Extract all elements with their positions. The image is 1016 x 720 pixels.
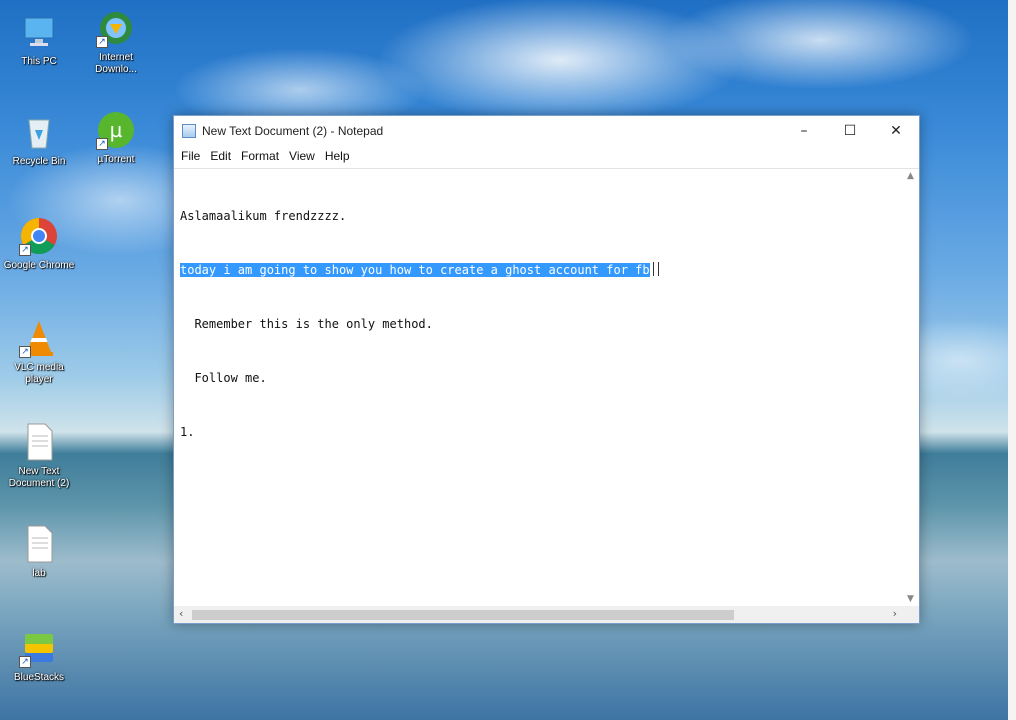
menu-edit[interactable]: Edit [205,149,236,163]
desktop-icon-lab[interactable]: lab [1,524,77,580]
desktop-icon-label: This PC [21,56,57,67]
desktop-icon-this-pc[interactable]: This PC [1,12,77,68]
menu-help[interactable]: Help [320,149,355,163]
text-document-icon [19,422,59,462]
scroll-right-icon[interactable]: › [893,607,897,620]
text-line-selected: today i am going to show you how to crea… [180,261,901,279]
minimize-button[interactable]: – [781,116,827,146]
vlc-media-player-icon: ↗ [19,318,59,358]
menu-format[interactable]: Format [236,149,284,163]
desktop-icon-utorrent[interactable]: µ ↗ µTorrent [78,110,154,166]
desktop-icon-internet-download-manager[interactable]: ↗ Internet Downlo... [78,8,154,76]
desktop-icon-label: Google Chrome [3,260,75,271]
text-line: Aslamaalikum frendzzzz. [180,209,347,223]
internet-download-manager-icon: ↗ [96,8,136,48]
scroll-down-icon[interactable]: ▼ [902,594,919,604]
utorrent-icon: µ ↗ [96,110,136,150]
maximize-button[interactable]: ☐ [827,116,873,146]
title-bar[interactable]: New Text Document (2) - Notepad – ☐ ✕ [174,116,919,146]
desktop-icon-label: New Text Document (2) [8,466,70,489]
scroll-up-icon[interactable]: ▲ [902,171,919,181]
window-title: New Text Document (2) - Notepad [202,124,384,138]
desktop-icon-bluestacks[interactable]: ↗ BlueStacks [1,628,77,684]
desktop-icon-label: Recycle Bin [12,156,66,167]
resize-corner[interactable] [902,606,919,623]
text-cursor-icon [652,262,659,276]
horizontal-scrollbar[interactable]: ‹ › [174,606,902,623]
desktop-icon-label: µTorrent [97,154,135,165]
svg-text:µ: µ [110,118,123,142]
recycle-bin-icon [19,112,59,152]
horizontal-scroll-thumb[interactable] [192,610,734,620]
text-editor[interactable]: Aslamaalikum frendzzzz. today i am going… [174,168,919,623]
menu-bar: File Edit Format View Help [174,146,919,166]
desktop-icon-new-text-document[interactable]: New Text Document (2) [1,422,77,490]
desktop-icon-label: lab [32,568,46,579]
vertical-scrollbar[interactable]: ▲ ▼ [902,169,919,606]
menu-view[interactable]: View [284,149,320,163]
desktop-icon-label: Internet Downlo... [95,52,137,75]
desktop-icon-recycle-bin[interactable]: Recycle Bin [1,112,77,168]
editor-text-area[interactable]: Aslamaalikum frendzzzz. today i am going… [180,171,901,605]
text-document-icon [19,524,59,564]
text-line: Follow me. [180,371,267,385]
bluestacks-icon: ↗ [19,628,59,668]
desktop-icon-google-chrome[interactable]: ↗ Google Chrome [1,216,77,272]
this-pc-icon [19,12,59,52]
desktop-icon-label: BlueStacks [13,672,65,683]
close-button[interactable]: ✕ [873,116,919,146]
text-line: 1. [180,425,195,439]
desktop-icon-label: VLC media player [14,362,64,385]
google-chrome-icon: ↗ [19,216,59,256]
desktop-icon-vlc[interactable]: ↗ VLC media player [1,318,77,386]
text-line: Remember this is the only method. [180,317,433,331]
menu-file[interactable]: File [176,149,205,163]
notepad-icon [182,124,196,138]
notepad-window: New Text Document (2) - Notepad – ☐ ✕ Fi… [173,115,920,624]
screen-edge [1008,0,1016,720]
selected-text: today i am going to show you how to crea… [180,263,650,277]
scroll-left-icon[interactable]: ‹ [179,607,183,620]
